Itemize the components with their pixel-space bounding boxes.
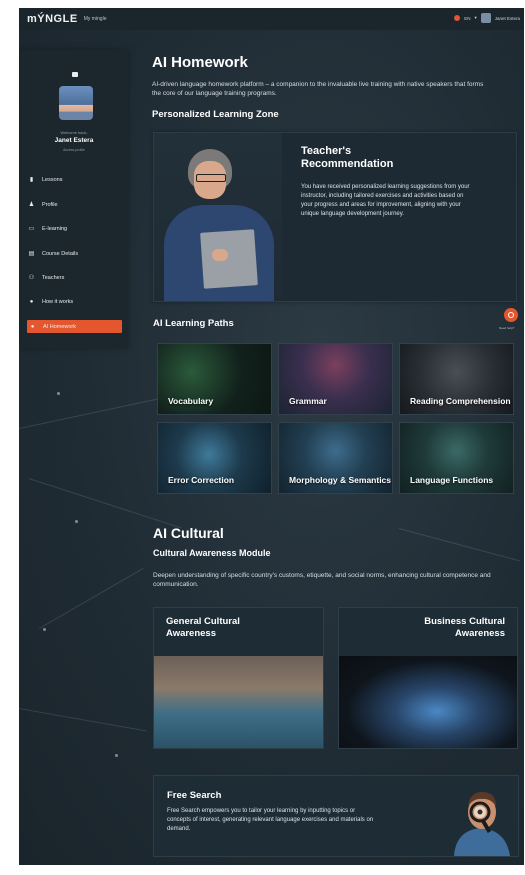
sidebar-item-label: Lessons bbox=[42, 176, 63, 183]
teacher-photo bbox=[154, 133, 282, 301]
info-icon: ● bbox=[30, 323, 35, 330]
top-bar: mÝNGLE My mingle EN ▾ Janet Estera bbox=[19, 8, 524, 30]
help-button[interactable] bbox=[504, 308, 518, 322]
people-map-photo bbox=[154, 656, 323, 748]
business-map-photo bbox=[339, 656, 517, 748]
path-tile-morphology-semantics[interactable]: Morphology & Semantics bbox=[278, 422, 393, 494]
tile-label: Morphology & Semantics bbox=[289, 475, 392, 485]
card-title: Business Cultural Awareness bbox=[424, 616, 505, 639]
homework-intro: AI-driven language homework platform – a… bbox=[152, 81, 484, 97]
cultural-text: Deepen understanding of specific country… bbox=[153, 572, 491, 588]
info-icon: ● bbox=[29, 298, 34, 305]
section-title-learning-zone: Personalized Learning Zone bbox=[152, 109, 279, 120]
magnifier-man-photo bbox=[454, 792, 510, 856]
path-tile-vocabulary[interactable]: Vocabulary bbox=[157, 343, 272, 415]
recommendation-text: You have received personalized learning … bbox=[301, 184, 470, 217]
sidebar-item-e-learning[interactable]: ▭ E-learning bbox=[28, 222, 123, 235]
free-search-text: Free Search empowers you to tailor your … bbox=[167, 808, 374, 832]
my-mingle-link[interactable]: My mingle bbox=[84, 16, 107, 22]
app-window: mÝNGLE My mingle EN ▾ Janet Estera Welco… bbox=[19, 8, 524, 865]
person-icon: ♟ bbox=[28, 201, 35, 208]
sidebar-item-label: Teachers bbox=[42, 274, 65, 281]
sidebar-item-ai-homework[interactable]: ● AI Homework bbox=[27, 320, 122, 333]
laptop-icon: ▭ bbox=[28, 225, 35, 232]
tile-label: Reading Comprehension bbox=[410, 396, 511, 406]
bg-dot bbox=[75, 520, 78, 523]
user-name: Janet Estera bbox=[54, 137, 94, 144]
section-title-learning-paths: AI Learning Paths bbox=[153, 318, 234, 329]
sidebar-item-how-it-works[interactable]: ● How it works bbox=[28, 295, 123, 308]
help-icon bbox=[508, 312, 514, 318]
globe-icon[interactable] bbox=[454, 15, 461, 21]
sidebar-item-label: Profile bbox=[42, 201, 58, 208]
tile-label: Error Correction bbox=[168, 475, 235, 485]
top-right-controls: EN ▾ Janet Estera bbox=[454, 13, 520, 23]
sidebar-item-label: AI Homework bbox=[43, 323, 77, 330]
chevron-down-icon[interactable]: ▾ bbox=[474, 15, 476, 21]
mingle-logo[interactable]: mÝNGLE bbox=[27, 13, 78, 25]
bg-line bbox=[19, 708, 148, 732]
free-search-card[interactable]: Free Search Free Search empowers you to … bbox=[153, 775, 519, 857]
sidebar-item-label: E-learning bbox=[42, 225, 68, 232]
access-profile-link[interactable]: Access profile bbox=[20, 148, 128, 152]
book-icon: ▮ bbox=[29, 176, 34, 183]
sidebar-item-lessons[interactable]: ▮ Lessons bbox=[28, 173, 123, 186]
sidebar-item-course-details[interactable]: ▤ Course Details bbox=[28, 247, 123, 260]
sidebar-item-label: Course Details bbox=[42, 250, 79, 257]
bg-dot bbox=[43, 628, 46, 631]
help-label[interactable]: Need help? bbox=[499, 326, 514, 330]
welcome-text: Welcome back, bbox=[60, 130, 88, 135]
profile-avatar[interactable] bbox=[59, 86, 93, 120]
user-name[interactable]: Janet Estera bbox=[495, 16, 520, 21]
bg-dot bbox=[115, 754, 118, 757]
document-icon: ▤ bbox=[28, 250, 35, 257]
path-tile-grammar[interactable]: Grammar bbox=[278, 343, 393, 415]
group-icon: ⚇ bbox=[28, 274, 35, 281]
sidebar-item-label: How it works bbox=[42, 298, 74, 305]
card-title: General Cultural Awareness bbox=[166, 616, 240, 639]
tile-label: Vocabulary bbox=[168, 396, 214, 406]
language-select[interactable]: EN bbox=[464, 16, 470, 21]
free-search-title: Free Search bbox=[167, 790, 222, 801]
section-title-ai-cultural: AI Cultural bbox=[153, 525, 224, 541]
business-cultural-awareness-card[interactable]: Business Cultural Awareness bbox=[338, 607, 518, 749]
tile-label: Grammar bbox=[289, 396, 327, 406]
bg-line bbox=[398, 528, 520, 562]
page-title: AI Homework bbox=[152, 54, 248, 71]
sidebar-item-profile[interactable]: ♟ Profile bbox=[28, 198, 123, 211]
book-icon bbox=[72, 72, 78, 77]
recommendation-title: Teacher's Recommendation bbox=[301, 145, 394, 170]
user-avatar[interactable] bbox=[480, 13, 491, 23]
path-tile-language-functions[interactable]: Language Functions bbox=[399, 422, 514, 494]
general-cultural-awareness-card[interactable]: General Cultural Awareness bbox=[153, 607, 324, 749]
sidebar-item-teachers[interactable]: ⚇ Teachers bbox=[28, 271, 123, 284]
path-tile-reading-comprehension[interactable]: Reading Comprehension bbox=[399, 343, 514, 415]
path-tile-error-correction[interactable]: Error Correction bbox=[157, 422, 272, 494]
bg-line bbox=[39, 568, 144, 629]
tile-label: Language Functions bbox=[410, 475, 494, 485]
cultural-subtitle: Cultural Awareness Module bbox=[153, 548, 271, 558]
sidebar: Welcome back, Janet Estera Access profil… bbox=[20, 50, 128, 348]
teacher-recommendation-card[interactable]: Teacher's Recommendation You have receiv… bbox=[153, 132, 517, 302]
bg-dot bbox=[57, 392, 60, 395]
